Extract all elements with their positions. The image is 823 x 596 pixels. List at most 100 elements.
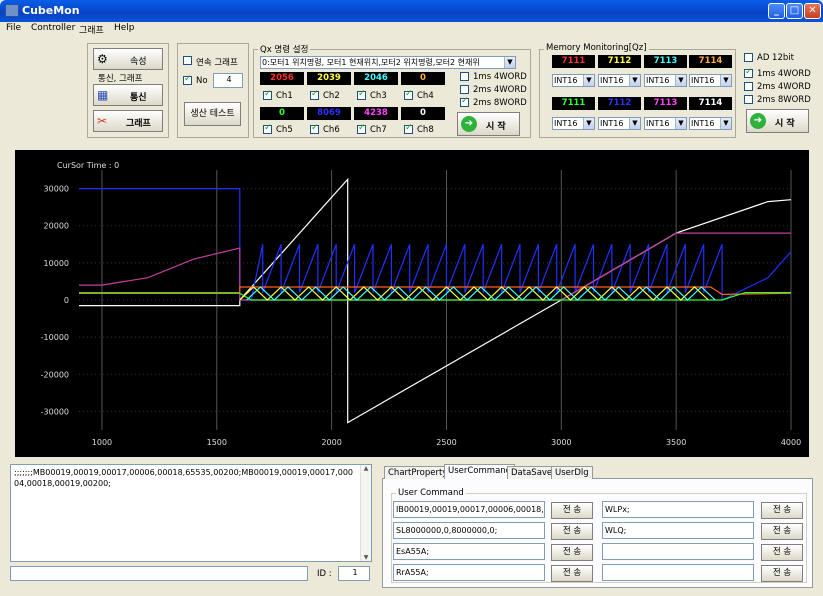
maximize-button[interactable]: □ xyxy=(786,3,803,19)
memory-type-select[interactable]: INT16 ▼ xyxy=(644,74,687,87)
send-button[interactable]: 전 송 xyxy=(761,544,803,561)
ad12bit-checkbox[interactable] xyxy=(744,53,753,63)
play-arrow-icon: ➔ xyxy=(461,116,477,132)
send-button[interactable]: 전 송 xyxy=(551,523,593,540)
log-scrollbar[interactable]: ▲ ▼ xyxy=(360,465,371,561)
send-button[interactable]: 전 송 xyxy=(761,565,803,582)
app-icon xyxy=(5,4,19,17)
memory-type-select[interactable]: INT16 ▼ xyxy=(689,117,732,130)
tab-user-command[interactable]: UserCommand xyxy=(444,464,516,479)
user-command-input[interactable]: WLPx; xyxy=(602,501,754,518)
memory-type-select[interactable]: INT16 ▼ xyxy=(689,74,732,87)
channel-checkbox[interactable] xyxy=(357,89,366,101)
memory-type-select[interactable]: INT16 ▼ xyxy=(644,117,687,130)
qx-mode-label: 2ms 4WORD xyxy=(473,85,527,95)
channel-checkbox[interactable] xyxy=(263,123,272,135)
send-button[interactable]: 전 송 xyxy=(761,502,803,519)
user-command-input[interactable]: WLQ; xyxy=(602,522,754,539)
play-arrow-icon: ➔ xyxy=(750,113,766,129)
no-label: No xyxy=(196,76,208,86)
window-title: CubeMon xyxy=(22,4,80,17)
memory-type-select[interactable]: INT16 ▼ xyxy=(552,117,595,130)
send-button[interactable]: 전 송 xyxy=(761,523,803,540)
comm-button[interactable]: ▦ 통신 xyxy=(93,84,163,106)
memory-type-value: INT16 xyxy=(554,119,578,128)
qx-mode-label: 2ms 8WORD xyxy=(473,98,527,108)
memory-type-value: INT16 xyxy=(600,119,624,128)
channel-label: Ch4 xyxy=(417,91,434,101)
chart-area[interactable]: CurSor Time : 0 1000 1500 2000 2500 3000 3500 4… xyxy=(15,150,809,457)
menu-graph[interactable]: 그래프 xyxy=(79,23,104,36)
qx-group-title: Qx 명령 설정 xyxy=(258,43,311,55)
comm-label: 통신 xyxy=(130,93,147,103)
tab-user-dlg[interactable]: UserDlg xyxy=(551,466,593,479)
y-tick-label: -30000 xyxy=(41,407,69,416)
channel-label: Ch3 xyxy=(370,91,387,101)
send-button[interactable]: 전 송 xyxy=(551,544,593,561)
qx-value-display: 2056 xyxy=(260,72,304,85)
menu-file[interactable]: File xyxy=(6,23,21,33)
id-label: ID : xyxy=(317,569,332,579)
no-input[interactable]: 4 xyxy=(213,73,243,88)
memory-start-label: 시 작 xyxy=(775,119,795,129)
graph-button[interactable]: ✂ 그래프 xyxy=(93,110,163,132)
user-command-input[interactable]: SL8000000,0,8000000,0; xyxy=(393,522,545,539)
bottom-input[interactable] xyxy=(10,566,308,581)
series-line xyxy=(79,177,792,424)
menu-help[interactable]: Help xyxy=(114,23,135,33)
channel-checkbox[interactable] xyxy=(404,89,413,101)
continuous-checkbox[interactable] xyxy=(183,56,192,66)
log-textarea[interactable]: ;;;;;;;MB00019,00019,00017,00006,00018,6… xyxy=(10,464,372,562)
id-input[interactable]: 1 xyxy=(338,566,370,581)
qx-value-display: 2039 xyxy=(307,72,351,85)
qx-start-button[interactable]: ➔ 시 작 xyxy=(457,112,520,136)
tab-data-save[interactable]: DataSave xyxy=(507,466,557,479)
property-button[interactable]: ⚙ 속성 xyxy=(93,48,163,70)
qx-value-display: 0 xyxy=(401,107,445,120)
user-command-input[interactable]: EsA55A; xyxy=(393,543,545,560)
channel-label: Ch7 xyxy=(370,125,387,135)
graph-label: 그래프 xyxy=(126,119,151,129)
channel-checkbox[interactable] xyxy=(404,123,413,135)
mem-mode-1ms-4word-checkbox[interactable] xyxy=(744,67,753,79)
production-test-button[interactable]: 생산 테스트 xyxy=(184,102,241,126)
y-tick-label: -20000 xyxy=(41,370,69,379)
memory-value-display: 7113 xyxy=(644,97,687,110)
qx-mode-2ms-4word-checkbox[interactable] xyxy=(460,85,469,95)
memory-type-select[interactable]: INT16 ▼ xyxy=(598,117,641,130)
user-command-input[interactable] xyxy=(602,564,754,581)
channel-checkbox[interactable] xyxy=(357,123,366,135)
x-tick-label: 1000 xyxy=(92,438,112,447)
mem-mode-2ms-4word-checkbox[interactable] xyxy=(744,82,753,92)
menu-controller[interactable]: Controller xyxy=(31,23,75,33)
user-command-title: User Command xyxy=(396,488,466,498)
mem-mode-label: 2ms 8WORD xyxy=(757,95,811,105)
memory-value-display: 7114 xyxy=(689,55,732,68)
chevron-down-icon: ▼ xyxy=(720,75,731,86)
no-checkbox[interactable] xyxy=(183,74,192,86)
close-button[interactable]: ✕ xyxy=(804,3,821,19)
mem-mode-2ms-8word-checkbox[interactable] xyxy=(744,95,753,105)
user-command-input[interactable] xyxy=(602,543,754,560)
tab-chart-property[interactable]: ChartProperty xyxy=(384,466,452,479)
qx-command-select[interactable]: 0:모터1 위치명령, 모터1 현재위치,모터2 위치명령,모터2 현재위 ▼ xyxy=(260,56,516,69)
cursor-time-label: CurSor Time : 0 xyxy=(57,161,119,170)
channel-label: Ch1 xyxy=(276,91,293,101)
user-command-input[interactable]: IB00019,00019,00017,00006,00018,00200; xyxy=(393,501,545,518)
series-line xyxy=(79,188,792,301)
memory-type-select[interactable]: INT16 ▼ xyxy=(598,74,641,87)
channel-checkbox[interactable] xyxy=(310,123,319,135)
send-button[interactable]: 전 송 xyxy=(551,565,593,582)
memory-start-button[interactable]: ➔ 시 작 xyxy=(746,109,809,133)
network-icon: ▦ xyxy=(97,88,109,102)
user-command-input[interactable]: RrA55A; xyxy=(393,564,545,581)
channel-checkbox[interactable] xyxy=(263,89,272,101)
memory-type-select[interactable]: INT16 ▼ xyxy=(552,74,595,87)
send-button[interactable]: 전 송 xyxy=(551,502,593,519)
channel-checkbox[interactable] xyxy=(310,89,319,101)
qx-value-display: 0 xyxy=(401,72,445,85)
qx-mode-1ms-4word-checkbox[interactable] xyxy=(460,72,469,82)
minimize-button[interactable]: _ xyxy=(768,3,785,19)
memory-type-value: INT16 xyxy=(554,76,578,85)
qx-mode-2ms-8word-checkbox[interactable] xyxy=(460,96,469,108)
